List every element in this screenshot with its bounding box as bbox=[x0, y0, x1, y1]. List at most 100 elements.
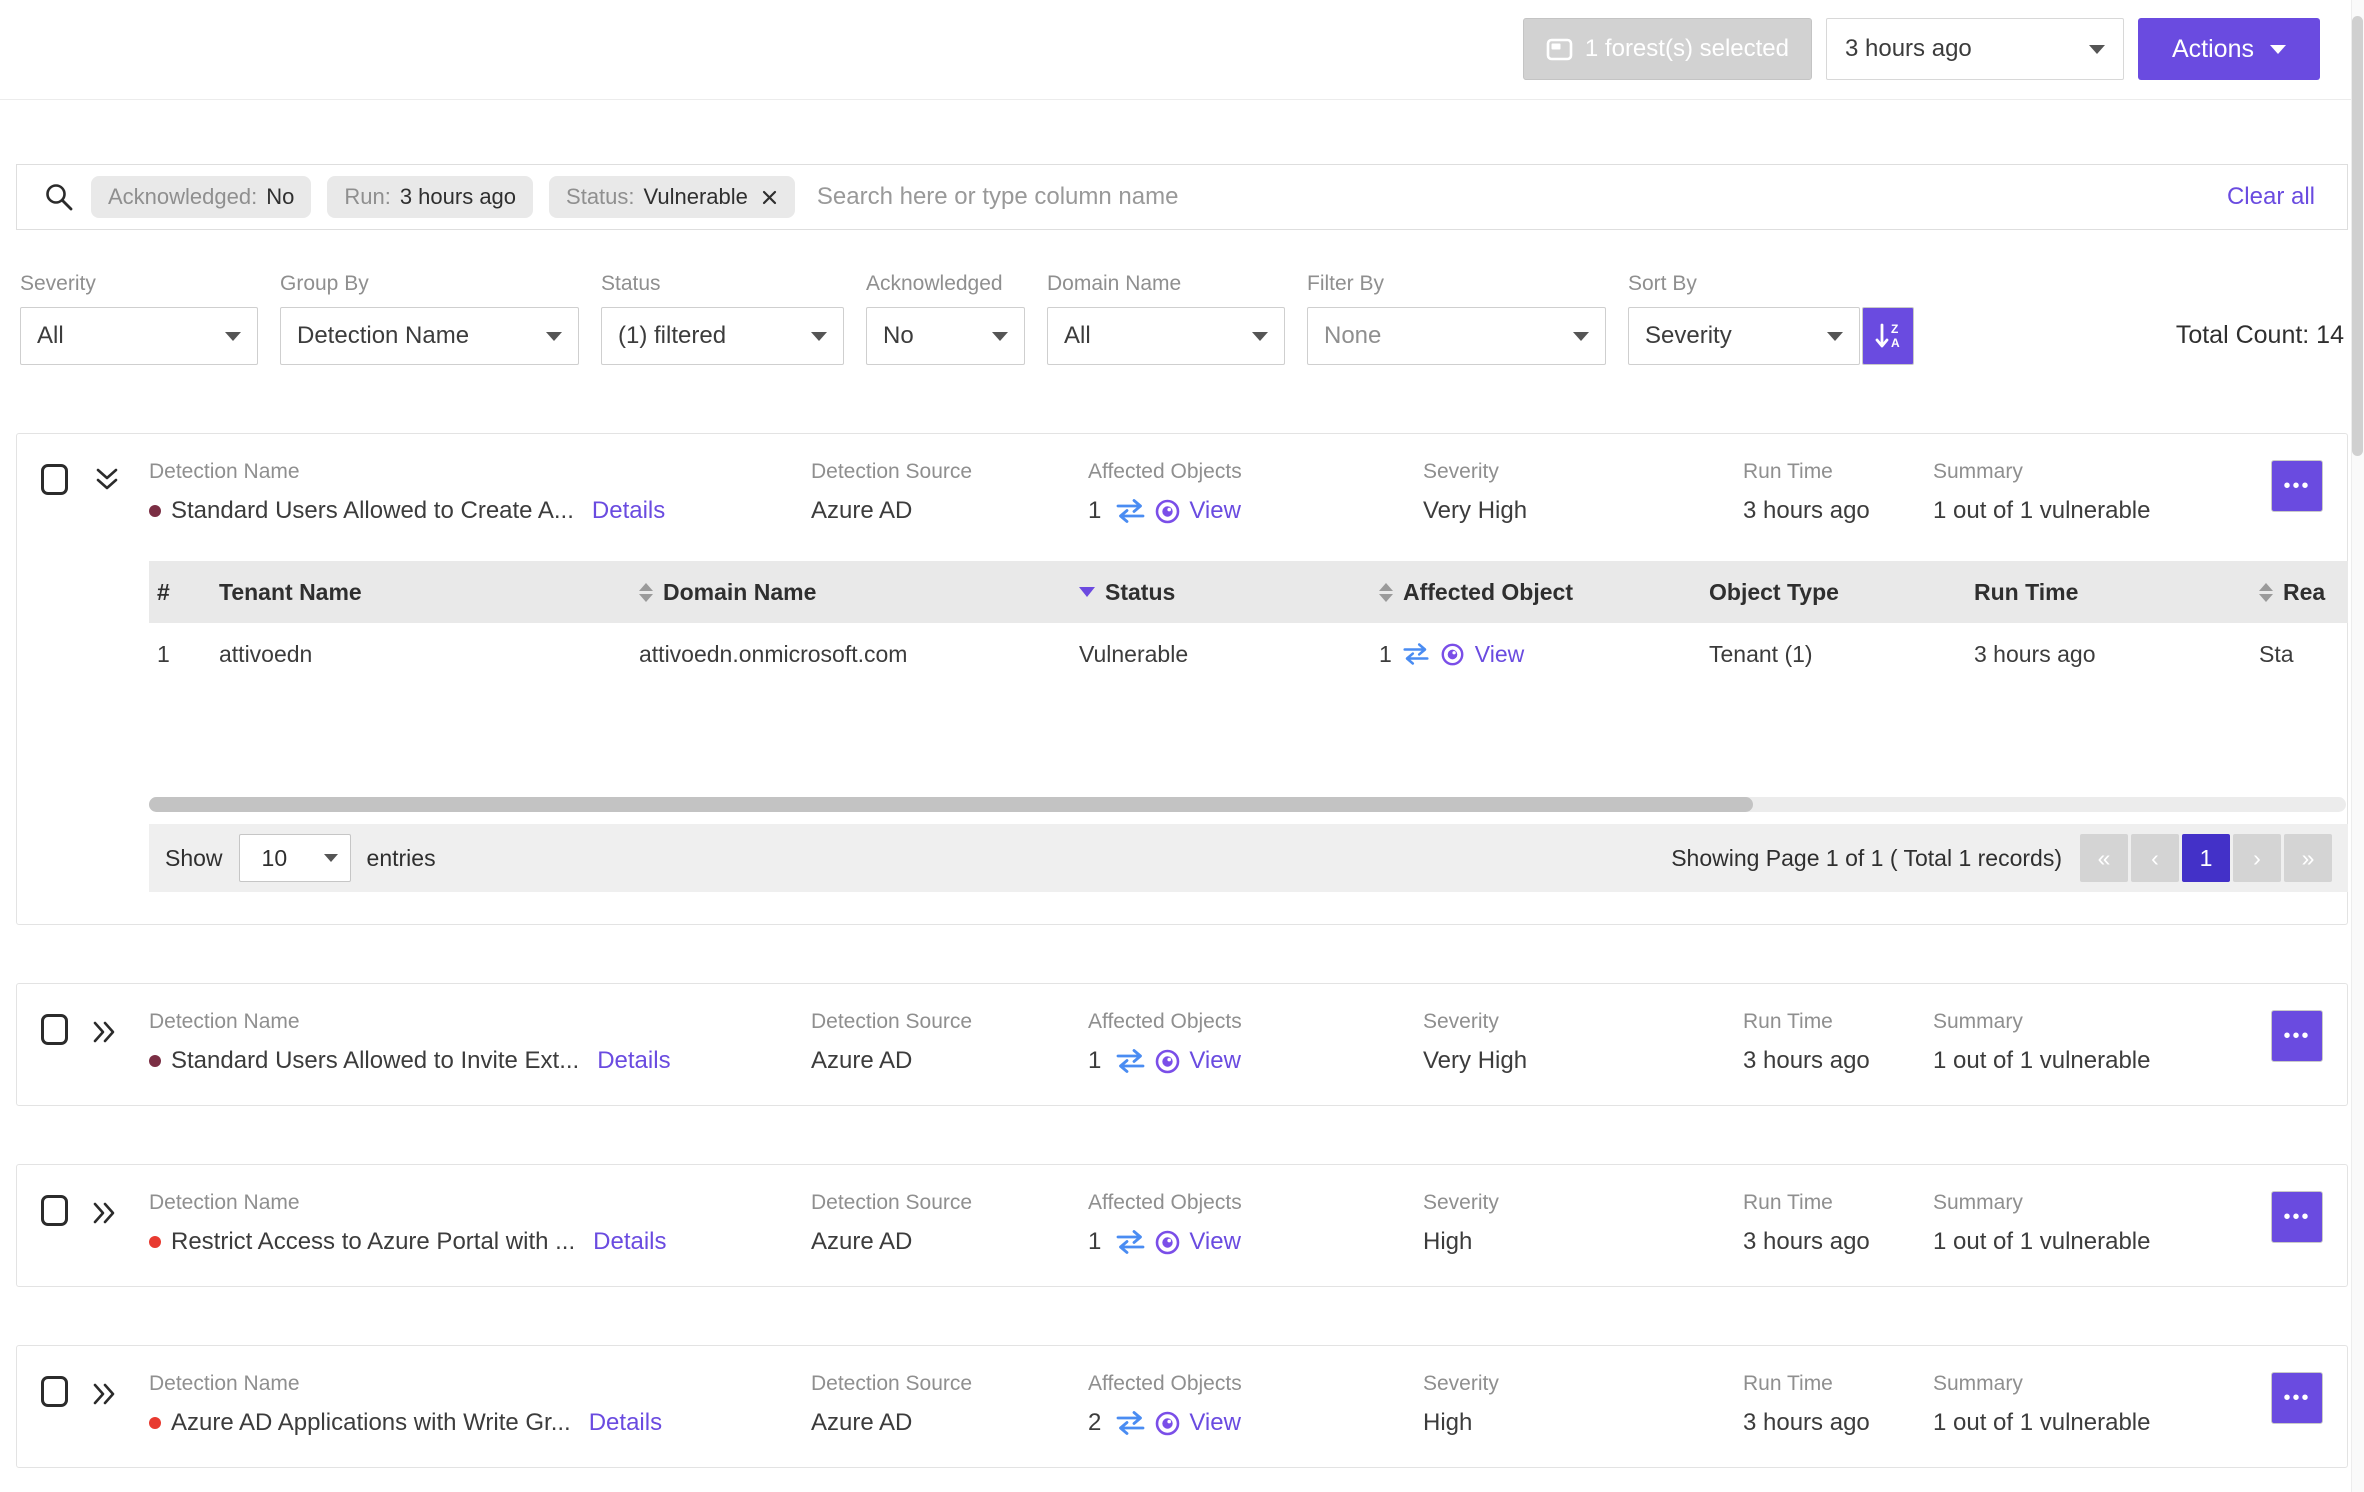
swap-arrows-icon[interactable] bbox=[1115, 1048, 1146, 1074]
affected-object-count: 1 bbox=[1379, 640, 1392, 667]
view-link[interactable]: View bbox=[1189, 1409, 1241, 1437]
filter-by-dropdown[interactable]: None bbox=[1307, 307, 1606, 365]
chip-value: Vulnerable bbox=[643, 184, 748, 209]
page-size-dropdown[interactable]: 10 bbox=[238, 834, 351, 882]
next-page-button[interactable]: › bbox=[2233, 834, 2281, 882]
severity-dropdown[interactable]: All bbox=[20, 307, 258, 365]
eye-icon[interactable] bbox=[1154, 1229, 1181, 1256]
ellipsis-icon: ••• bbox=[2283, 474, 2311, 497]
column-header[interactable]: Domain Name bbox=[663, 579, 816, 606]
filter-label: Filter By bbox=[1307, 272, 1385, 295]
detection-source: Azure AD bbox=[811, 1409, 913, 1436]
ellipsis-icon: ••• bbox=[2283, 1386, 2311, 1409]
detection-card: Detection Name Restrict Access to Azure … bbox=[16, 1164, 2348, 1287]
more-actions-button[interactable]: ••• bbox=[2271, 1010, 2323, 1062]
view-link[interactable]: View bbox=[1189, 1047, 1241, 1075]
search-icon bbox=[43, 181, 75, 213]
domain-name-dropdown[interactable]: All bbox=[1047, 307, 1285, 365]
swap-arrows-icon[interactable] bbox=[1115, 1410, 1146, 1436]
view-link[interactable]: View bbox=[1189, 1228, 1241, 1256]
search-input[interactable] bbox=[810, 183, 2211, 211]
horizontal-scrollbar[interactable] bbox=[149, 797, 2346, 812]
filter-row: Severity All Group By Detection Name Sta… bbox=[16, 272, 2348, 365]
column-header[interactable]: Object Type bbox=[1709, 579, 1839, 606]
sorted-descending-icon[interactable] bbox=[1079, 587, 1095, 597]
eye-icon[interactable] bbox=[1154, 1410, 1181, 1437]
sort-direction-button[interactable]: ZA bbox=[1862, 307, 1914, 365]
column-header[interactable]: # bbox=[157, 579, 170, 606]
prev-page-button[interactable]: ‹ bbox=[2131, 834, 2179, 882]
expand-icon[interactable] bbox=[90, 1377, 122, 1416]
details-link[interactable]: Details bbox=[593, 1228, 666, 1256]
close-icon[interactable] bbox=[761, 189, 778, 206]
severity-value: Very High bbox=[1423, 1047, 1528, 1074]
first-page-button[interactable]: « bbox=[2080, 834, 2128, 882]
filter-acknowledged: Acknowledged No bbox=[866, 272, 1025, 365]
chip-label: Run: bbox=[344, 184, 391, 209]
column-header[interactable]: Run Time bbox=[1974, 579, 2078, 606]
forest-selector-button[interactable]: 1 forest(s) selected bbox=[1522, 18, 1812, 80]
row-checkbox[interactable] bbox=[41, 464, 68, 495]
row-checkbox[interactable] bbox=[41, 1376, 68, 1407]
eye-icon[interactable] bbox=[1440, 642, 1465, 667]
affected-objects-label: Affected Objects bbox=[1088, 460, 1242, 483]
run-time-label: Run Time bbox=[1743, 1010, 1833, 1033]
swap-arrows-icon[interactable] bbox=[1115, 1229, 1146, 1255]
column-header[interactable]: Affected Object bbox=[1403, 579, 1573, 606]
group-by-dropdown[interactable]: Detection Name bbox=[280, 307, 579, 365]
filter-severity: Severity All bbox=[20, 272, 258, 365]
summary-label: Summary bbox=[1933, 1372, 2023, 1395]
filter-chip-run[interactable]: Run: 3 hours ago bbox=[327, 176, 534, 218]
column-header[interactable]: Status bbox=[1105, 579, 1175, 606]
view-link[interactable]: View bbox=[1475, 641, 1524, 668]
scrollbar-thumb[interactable] bbox=[149, 797, 1753, 812]
details-link[interactable]: Details bbox=[589, 1409, 662, 1437]
acknowledged-dropdown[interactable]: No bbox=[866, 307, 1025, 365]
detection-source: Azure AD bbox=[811, 497, 913, 524]
filter-chip-status[interactable]: Status: Vulnerable bbox=[549, 176, 795, 218]
last-page-button[interactable]: » bbox=[2284, 834, 2332, 882]
row-checkbox[interactable] bbox=[41, 1195, 68, 1226]
chevron-down-icon bbox=[225, 331, 241, 341]
status-dropdown[interactable]: (1) filtered bbox=[601, 307, 844, 365]
eye-icon[interactable] bbox=[1154, 1048, 1181, 1075]
time-range-dropdown[interactable]: 3 hours ago bbox=[1826, 18, 2124, 80]
expand-icon[interactable] bbox=[90, 1015, 122, 1054]
filter-label: Sort By bbox=[1628, 272, 1697, 295]
run-time-value: 3 hours ago bbox=[1743, 497, 1870, 524]
scrollbar-thumb[interactable] bbox=[2352, 16, 2363, 456]
view-link[interactable]: View bbox=[1189, 497, 1241, 525]
expand-icon[interactable] bbox=[90, 1196, 122, 1235]
collapse-icon[interactable] bbox=[90, 465, 124, 502]
swap-arrows-icon[interactable] bbox=[1115, 498, 1146, 524]
details-link[interactable]: Details bbox=[592, 497, 665, 525]
eye-icon[interactable] bbox=[1154, 498, 1181, 525]
table-row[interactable]: 1 attivoedn attivoedn.onmicrosoft.com Vu… bbox=[149, 623, 2348, 685]
more-actions-button[interactable]: ••• bbox=[2271, 460, 2323, 512]
filter-filter-by: Filter By None bbox=[1307, 272, 1606, 365]
severity-bullet bbox=[149, 1055, 161, 1067]
sort-icon[interactable] bbox=[2259, 582, 2273, 602]
clear-all-link[interactable]: Clear all bbox=[2227, 183, 2321, 211]
chevron-down-icon bbox=[546, 331, 562, 341]
sort-by-dropdown[interactable]: Severity bbox=[1628, 307, 1860, 365]
window-scrollbar[interactable] bbox=[2351, 0, 2364, 1492]
details-link[interactable]: Details bbox=[597, 1047, 670, 1075]
detection-source-label: Detection Source bbox=[811, 1010, 973, 1033]
column-header[interactable]: Tenant Name bbox=[219, 579, 362, 606]
column-header[interactable]: Rea bbox=[2283, 579, 2325, 606]
more-actions-button[interactable]: ••• bbox=[2271, 1372, 2323, 1424]
severity-label: Severity bbox=[1423, 1010, 1499, 1033]
sort-icon[interactable] bbox=[1379, 582, 1393, 602]
filter-chip-acknowledged[interactable]: Acknowledged: No bbox=[91, 176, 312, 218]
swap-arrows-icon[interactable] bbox=[1402, 642, 1430, 666]
sort-icon[interactable] bbox=[639, 582, 653, 602]
filter-sort-by: Sort By Severity ZA bbox=[1628, 272, 1914, 365]
page-1-button[interactable]: 1 bbox=[2182, 834, 2230, 882]
status-value: (1) filtered bbox=[618, 322, 727, 349]
detection-card: Detection Name Standard Users Allowed to… bbox=[16, 983, 2348, 1106]
row-checkbox[interactable] bbox=[41, 1014, 68, 1045]
actions-button[interactable]: Actions bbox=[2138, 18, 2320, 80]
detection-name-label: Detection Name bbox=[149, 1372, 300, 1395]
more-actions-button[interactable]: ••• bbox=[2271, 1191, 2323, 1243]
